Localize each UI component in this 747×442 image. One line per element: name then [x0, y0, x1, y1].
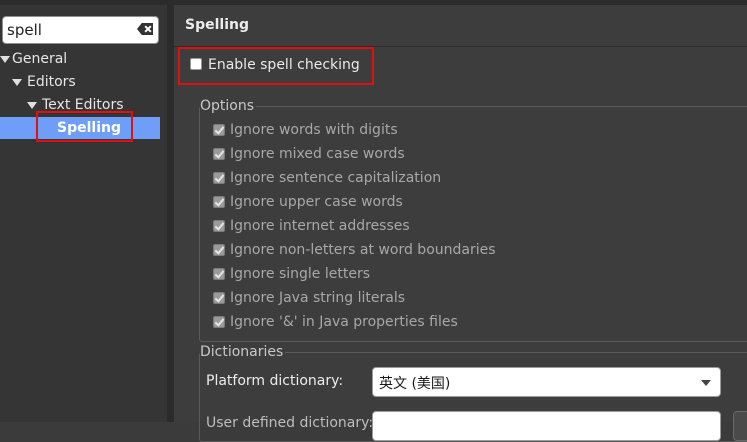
title-separator — [174, 46, 747, 47]
checkbox-checked-disabled-icon — [213, 220, 225, 232]
checkbox-checked-disabled-icon — [213, 292, 225, 304]
option-label: Ignore non-letters at word boundaries — [230, 242, 496, 258]
expand-arrow-icon[interactable] — [0, 56, 10, 63]
checkbox-unchecked-icon[interactable] — [190, 58, 202, 70]
tree-item-label: Editors — [27, 74, 76, 90]
filter-input[interactable] — [7, 20, 127, 40]
checkbox-checked-disabled-icon — [213, 244, 225, 256]
platform-dictionary-label: Platform dictionary: — [206, 373, 344, 389]
checkbox-checked-disabled-icon — [213, 316, 225, 328]
panel-divider[interactable] — [167, 5, 174, 422]
expand-arrow-icon[interactable] — [12, 79, 22, 86]
spelling-preference-page: Spelling Enable spell checking Options I… — [174, 5, 747, 442]
dropdown-arrow-icon[interactable] — [701, 380, 711, 386]
filter-field[interactable] — [2, 16, 159, 44]
tree-item-spelling[interactable]: Spelling — [0, 117, 160, 139]
user-dictionary-label: User defined dictionary: — [206, 415, 374, 431]
checkbox-checked-disabled-icon — [213, 148, 225, 160]
expand-arrow-icon[interactable] — [27, 102, 37, 109]
options-group: Options Ignore words with digits Ignore … — [199, 97, 747, 342]
clear-filter-icon[interactable] — [137, 23, 153, 35]
option-label: Ignore internet addresses — [230, 218, 410, 234]
option-label: Ignore single letters — [230, 266, 371, 282]
options-group-title: Options — [200, 97, 257, 115]
checkbox-checked-disabled-icon — [213, 172, 225, 184]
platform-dictionary-combo[interactable]: 英文 (美国) — [372, 367, 721, 397]
user-dictionary-field[interactable] — [372, 411, 721, 441]
tree-item-label: General — [12, 51, 68, 67]
checkbox-checked-disabled-icon — [213, 268, 225, 280]
enable-spell-checking-label: Enable spell checking — [208, 57, 360, 73]
tree-item-label: Text Editors — [42, 97, 124, 113]
page-title: Spelling — [185, 17, 249, 33]
checkbox-checked-disabled-icon — [213, 196, 225, 208]
dictionaries-group: Dictionaries Platform dictionary: 英文 (美国… — [199, 343, 747, 442]
tree-item-editors[interactable]: Editors — [0, 71, 160, 93]
option-label: Ignore sentence capitalization — [230, 170, 442, 186]
option-label: Ignore '&' in Java properties files — [230, 314, 458, 330]
browse-button[interactable] — [733, 411, 747, 441]
platform-dictionary-value: 英文 (美国) — [379, 376, 451, 392]
option-label: Ignore mixed case words — [230, 146, 405, 162]
option-label: Ignore words with digits — [230, 122, 398, 138]
tree-item-text-editors[interactable]: Text Editors — [0, 94, 160, 116]
tree-item-general[interactable]: General — [0, 48, 160, 70]
dictionaries-group-title: Dictionaries — [200, 343, 286, 361]
option-label: Ignore Java string literals — [230, 290, 406, 306]
option-label: Ignore upper case words — [230, 194, 403, 210]
tree-item-label: Spelling — [57, 120, 121, 136]
preferences-tree-panel: General Editors Text Editors Spelling — [0, 5, 167, 422]
checkbox-checked-disabled-icon — [213, 124, 225, 136]
